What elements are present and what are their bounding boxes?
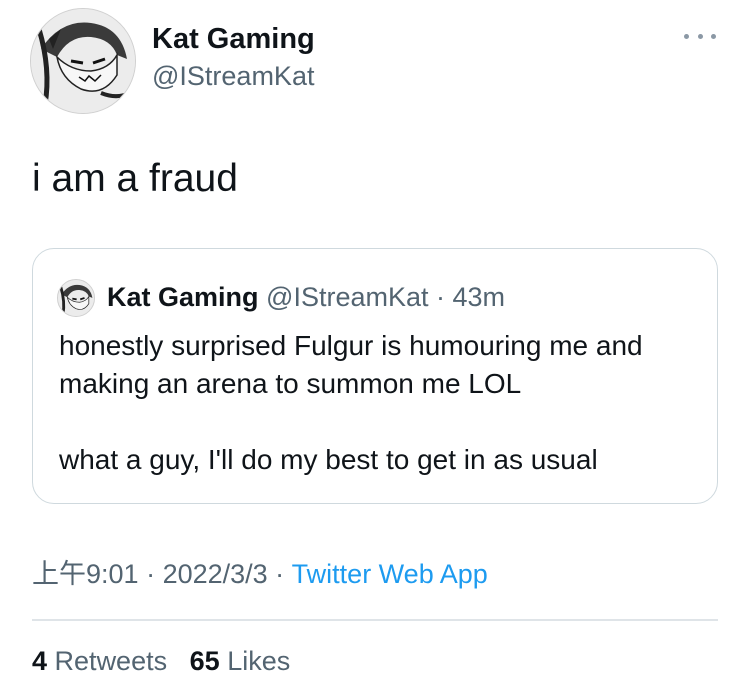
engagement-stats: 4 Retweets 65 Likes <box>32 642 290 680</box>
tweet-meta: 上午9:01 · 2022/3/3 · Twitter Web App <box>32 555 488 593</box>
tweet-date[interactable]: 2022/3/3 <box>163 559 268 589</box>
quoted-author-avatar <box>57 279 95 317</box>
author-handle[interactable]: @IStreamKat <box>152 60 314 92</box>
retweets-stat[interactable]: 4 Retweets <box>32 646 167 676</box>
tweet-time[interactable]: 上午9:01 <box>32 559 139 589</box>
likes-count: 65 <box>189 646 220 676</box>
quoted-separator: · <box>428 282 453 312</box>
quoted-author-name: Kat Gaming <box>107 282 259 312</box>
more-dot <box>697 33 703 39</box>
retweets-count: 4 <box>32 646 48 676</box>
likes-stat[interactable]: 65 Likes <box>190 646 291 676</box>
author-display-name[interactable]: Kat Gaming <box>152 22 315 56</box>
likes-label: Likes <box>227 646 291 676</box>
tweet-source-link[interactable]: Twitter Web App <box>292 559 488 589</box>
manga-avatar-icon <box>58 280 94 316</box>
manga-avatar-icon <box>31 9 135 113</box>
quoted-tweet-text: honestly surprised Fulgur is humouring m… <box>59 330 643 475</box>
meta-separator: · <box>267 559 292 589</box>
quoted-author-handle: @IStreamKat <box>266 282 429 312</box>
quoted-timestamp: 43m <box>452 282 506 312</box>
quoted-tweet-header: Kat Gaming @IStreamKat · 43m <box>107 279 505 315</box>
meta-separator: · <box>138 559 163 589</box>
tweet-text: i am a fraud <box>32 157 238 200</box>
retweets-label: Retweets <box>54 646 168 676</box>
more-options-button[interactable] <box>684 28 716 44</box>
author-avatar[interactable] <box>30 8 136 114</box>
more-horizontal-icon <box>684 33 689 39</box>
quoted-tweet-card[interactable]: Kat Gaming @IStreamKat · 43m honestly su… <box>32 248 718 504</box>
stats-divider <box>32 619 718 621</box>
more-dot <box>711 33 716 39</box>
